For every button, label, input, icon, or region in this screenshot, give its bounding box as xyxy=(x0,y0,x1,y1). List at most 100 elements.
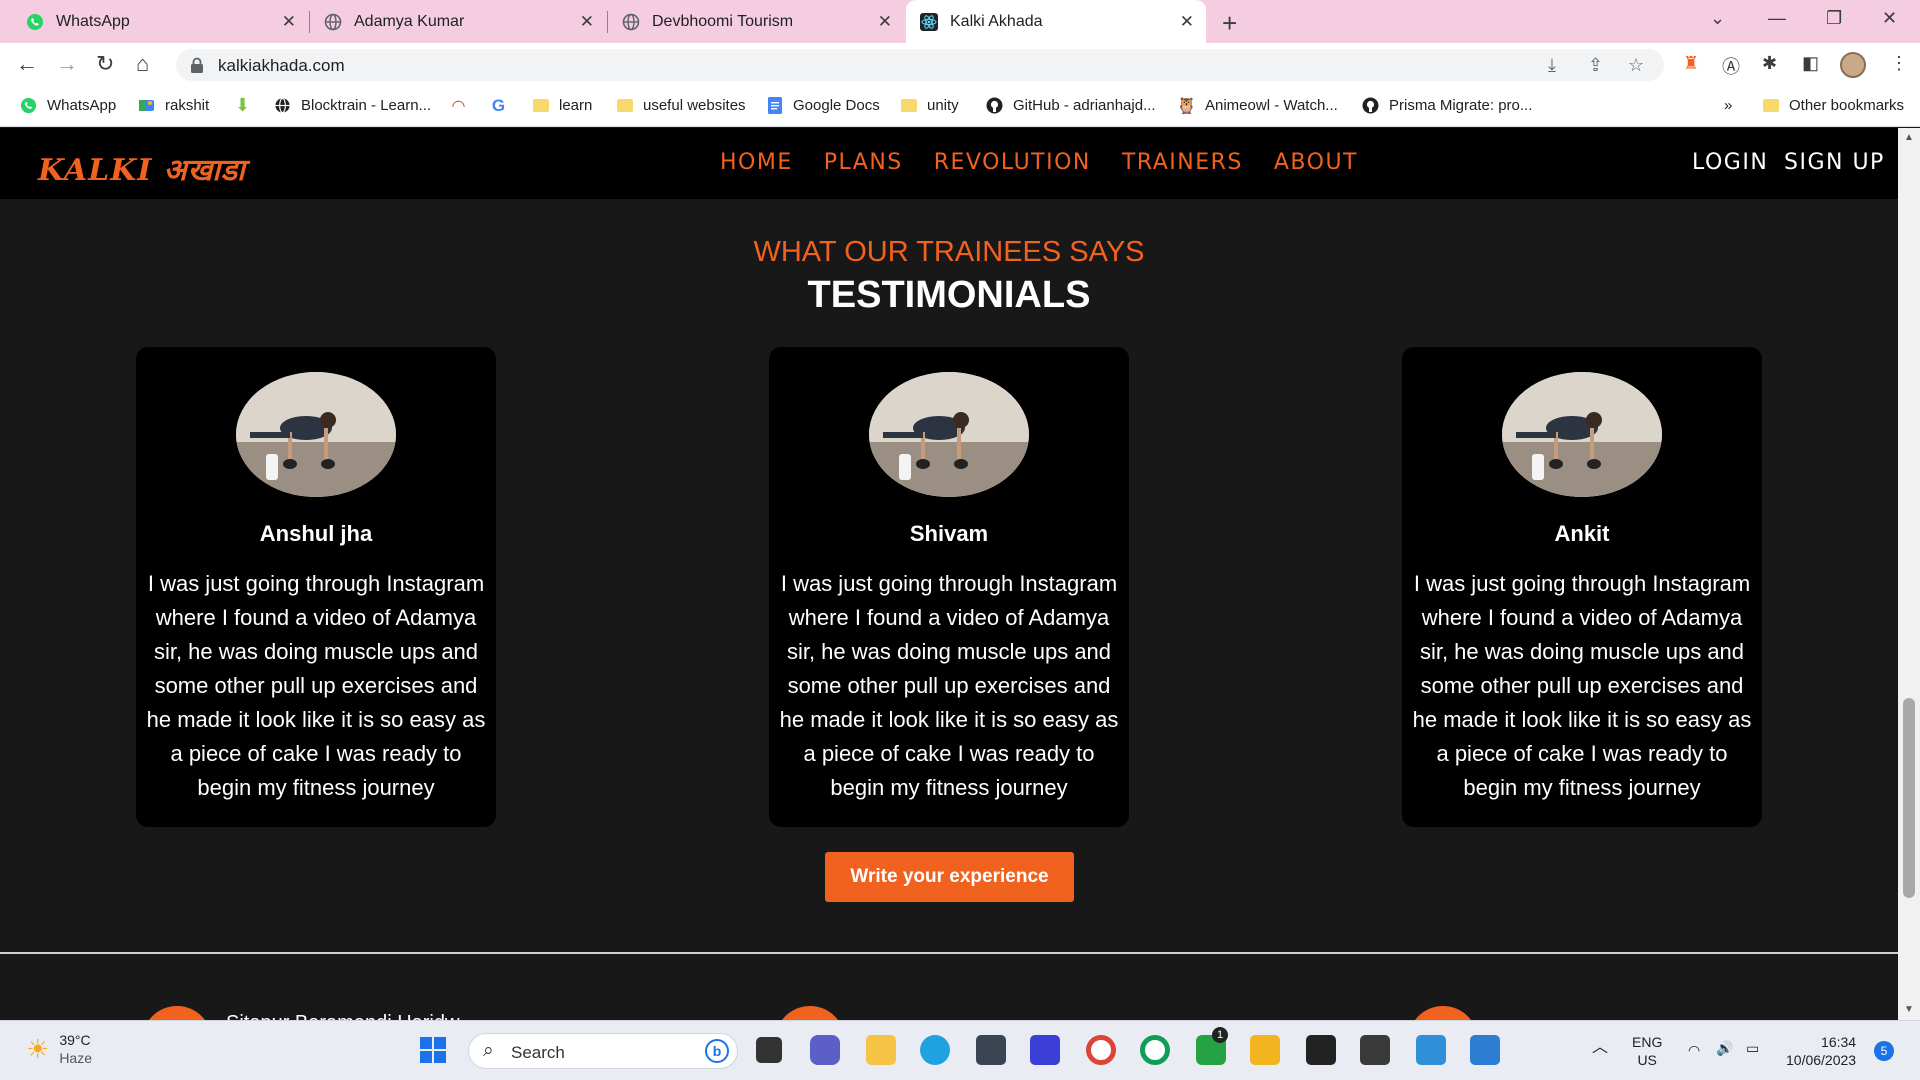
sticky-notes-icon[interactable] xyxy=(1306,1035,1336,1065)
whatsapp-app-icon[interactable]: 1 xyxy=(1196,1027,1228,1065)
scrollbar-thumb[interactable] xyxy=(1903,698,1915,898)
nav-about[interactable]: ABOUT xyxy=(1274,150,1358,175)
reload-icon[interactable]: ↻ xyxy=(96,51,114,77)
bookmark-google[interactable]: G xyxy=(490,96,517,115)
bookmark-rakshit[interactable]: rakshit xyxy=(138,97,209,114)
restore-icon[interactable]: ❐ xyxy=(1826,8,1842,29)
bookmark-unity[interactable]: unity xyxy=(900,97,959,114)
profile-avatar[interactable] xyxy=(1840,52,1866,78)
site-logo[interactable]: KALKI अखाडा xyxy=(38,148,246,189)
app-icon[interactable] xyxy=(1030,1035,1060,1065)
notification-count-badge[interactable]: 5 xyxy=(1874,1041,1894,1061)
file-explorer-icon[interactable] xyxy=(866,1035,896,1065)
battery-icon[interactable]: ▭ xyxy=(1746,1039,1759,1057)
download-arrow-icon: ⬇ xyxy=(234,95,251,115)
login-link[interactable]: LOGIN xyxy=(1692,150,1768,175)
install-icon[interactable]: ⤓ xyxy=(1548,55,1556,76)
share-icon[interactable]: ⇪ xyxy=(1588,55,1603,76)
extensions-puzzle-icon[interactable]: ✱ xyxy=(1762,53,1777,74)
wifi-icon[interactable]: ◠ xyxy=(1688,1041,1700,1059)
terminal-icon[interactable] xyxy=(1360,1035,1390,1065)
close-icon[interactable]: ✕ xyxy=(282,12,296,32)
chrome-icon[interactable] xyxy=(1086,1035,1116,1065)
lock-icon[interactable] xyxy=(190,57,204,73)
bookmark-whatsapp[interactable]: WhatsApp xyxy=(20,97,116,114)
forward-icon[interactable]: → xyxy=(56,51,78,77)
language-indicator[interactable]: ENG US xyxy=(1632,1033,1662,1069)
write-experience-button[interactable]: Write your experience xyxy=(825,852,1074,902)
volume-icon[interactable]: 🔊 xyxy=(1716,1039,1733,1057)
weather-temperature: 39°C xyxy=(59,1032,91,1048)
edge-icon[interactable] xyxy=(920,1035,950,1065)
overflow-chevron-icon: » xyxy=(1724,97,1733,114)
weather-widget[interactable]: ☀ 39°C Haze xyxy=(26,1031,92,1067)
close-icon[interactable]: ✕ xyxy=(1180,12,1194,32)
bookmark-github[interactable]: GitHub - adrianhajd... xyxy=(986,97,1156,114)
bookmark-useful-websites[interactable]: useful websites xyxy=(616,97,746,114)
scroll-down-icon[interactable]: ▼ xyxy=(1904,1004,1914,1015)
testimonial-text: I was just going through Instagram where… xyxy=(146,571,486,800)
bookmark-learn[interactable]: learn xyxy=(532,97,592,114)
bookmarks-overflow-button[interactable]: » xyxy=(1724,97,1732,114)
new-tab-button[interactable]: + xyxy=(1222,8,1237,39)
chrome-profile-icon[interactable] xyxy=(1140,1035,1170,1065)
bing-icon[interactable]: b xyxy=(705,1039,729,1063)
bookmark-label: Google Docs xyxy=(793,97,880,114)
menu-kebab-icon[interactable]: ⋮ xyxy=(1890,53,1908,74)
teams-chat-icon[interactable] xyxy=(810,1035,840,1065)
site-nav-links: HOME PLANS REVOLUTION TRAINERS ABOUT xyxy=(720,150,1389,175)
nav-home[interactable]: HOME xyxy=(720,150,793,175)
section-divider xyxy=(0,952,1898,954)
owl-icon: 🦉 xyxy=(1176,97,1197,115)
extension-brave-icon[interactable]: ♜ xyxy=(1683,53,1699,74)
unity-icon[interactable] xyxy=(976,1035,1006,1065)
bookmark-star-icon[interactable]: ☆ xyxy=(1628,55,1644,76)
paint-icon[interactable] xyxy=(1470,1035,1500,1065)
bookmark-blocktrain[interactable]: Blocktrain - Learn... xyxy=(274,97,431,114)
bookmark-other[interactable]: Other bookmarks xyxy=(1762,97,1904,114)
extension-translate-icon[interactable]: Ⓐ xyxy=(1722,53,1740,79)
tab-search-icon[interactable]: ⌄ xyxy=(1710,8,1725,29)
trainee-name: Ankit xyxy=(1554,521,1610,546)
nav-trainers[interactable]: TRAINERS xyxy=(1122,150,1243,175)
back-icon[interactable]: ← xyxy=(16,51,38,77)
page-scrollbar[interactable]: ▲ ▼ xyxy=(1898,128,1920,1020)
tab-adamya-kumar[interactable]: Adamya Kumar ✕ xyxy=(310,0,606,43)
taskbar-search[interactable]: ⌕ Search b xyxy=(468,1033,738,1069)
scroll-up-icon[interactable]: ▲ xyxy=(1904,132,1914,143)
address-bar[interactable]: kalkiakhada.com ⤓ ⇪ ☆ xyxy=(176,49,1664,81)
github-icon xyxy=(986,97,1003,114)
tab-kalki-akhada[interactable]: Kalki Akhada ✕ xyxy=(906,0,1206,43)
clock[interactable]: 16:34 10/06/2023 xyxy=(1786,1033,1856,1069)
folder-icon xyxy=(900,97,917,114)
email-icon-circle xyxy=(1408,1006,1478,1020)
tab-whatsapp[interactable]: WhatsApp ✕ xyxy=(12,0,308,43)
home-icon[interactable]: ⌂ xyxy=(136,51,149,77)
task-view-icon[interactable] xyxy=(756,1037,782,1063)
bookmark-download[interactable]: ⬇ xyxy=(234,95,261,115)
trainee-avatar xyxy=(236,372,396,497)
bookmark-label: Animeowl - Watch... xyxy=(1205,97,1338,114)
tab-title: WhatsApp xyxy=(56,12,130,30)
bookmark-animeowl[interactable]: 🦉 Animeowl - Watch... xyxy=(1176,97,1338,115)
sun-haze-icon: ☀ xyxy=(26,1033,50,1064)
signup-link[interactable]: SIGN UP xyxy=(1784,150,1885,175)
bookmark-speedometer[interactable]: ◠ xyxy=(450,97,477,115)
bookmark-google-docs[interactable]: Google Docs xyxy=(766,97,880,114)
minimize-icon[interactable]: — xyxy=(1768,8,1786,29)
bookmark-prisma[interactable]: Prisma Migrate: pro... xyxy=(1362,97,1532,114)
close-window-icon[interactable]: ✕ xyxy=(1882,8,1897,29)
windows-start-icon[interactable] xyxy=(418,1035,448,1065)
nav-revolution[interactable]: REVOLUTION xyxy=(934,150,1091,175)
close-icon[interactable]: ✕ xyxy=(580,12,594,32)
app-arrows-icon[interactable] xyxy=(1250,1035,1280,1065)
tab-devbhoomi-tourism[interactable]: Devbhoomi Tourism ✕ xyxy=(608,0,904,43)
tray-chevron-icon[interactable]: ︿ xyxy=(1592,1039,1608,1057)
section-heading: TESTIMONIALS xyxy=(807,274,1091,316)
location-icon-circle xyxy=(142,1006,212,1020)
close-icon[interactable]: ✕ xyxy=(878,12,892,32)
nav-plans[interactable]: PLANS xyxy=(824,150,903,175)
vscode-icon[interactable] xyxy=(1416,1035,1446,1065)
trainee-name: Shivam xyxy=(909,521,989,546)
side-panel-icon[interactable]: ◧ xyxy=(1802,53,1819,74)
